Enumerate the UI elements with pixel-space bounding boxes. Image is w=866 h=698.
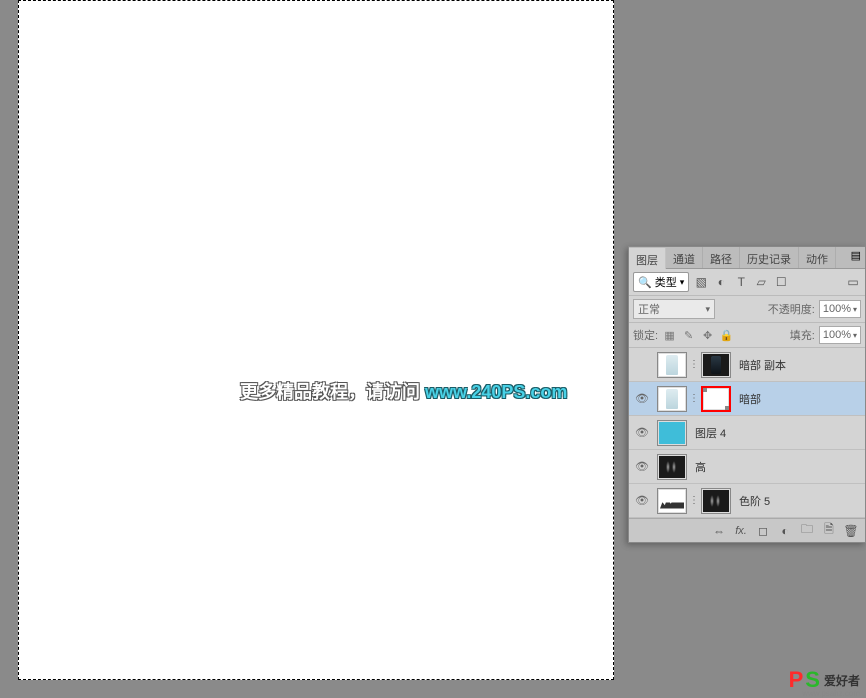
panel-menu-icon[interactable]: ▤ (847, 247, 865, 268)
tab-history[interactable]: 历史记录 (740, 247, 799, 268)
mask-thumbnail[interactable] (701, 352, 731, 378)
layer-name[interactable]: 色阶 5 (739, 493, 770, 509)
chevron-down-icon: ▾ (853, 305, 857, 314)
document-canvas[interactable] (18, 0, 614, 680)
opacity-input[interactable]: 100% ▾ (819, 300, 861, 318)
panel-bottom-bar: ⇔ fx. ◻ ◐ 🗀 🗎 🗑 (629, 518, 865, 542)
filter-smart-icon[interactable]: ☐ (773, 274, 789, 290)
lock-all-icon[interactable]: 🔒 (719, 328, 734, 343)
opacity-label: 不透明度: (768, 301, 815, 317)
tab-actions[interactable]: 动作 (799, 247, 836, 268)
visibility-toggle[interactable]: 👁 (629, 460, 655, 473)
tab-paths[interactable]: 路径 (703, 247, 740, 268)
filter-type-icon[interactable]: T (733, 274, 749, 290)
link-icon: ⋮ (689, 359, 699, 370)
blend-mode-select[interactable]: 正常 ▾ (633, 299, 715, 319)
layer-thumbnail[interactable] (657, 420, 687, 446)
layer-name[interactable]: 图层 4 (695, 425, 726, 441)
logo-text: 爱好者 (824, 672, 860, 689)
visibility-toggle[interactable]: 👁 (629, 494, 655, 507)
lock-pixels-icon[interactable]: ✎ (681, 328, 696, 343)
chevron-down-icon: ▾ (705, 304, 710, 315)
fill-value: 100% (823, 329, 851, 341)
layer-thumbnail[interactable] (657, 454, 687, 480)
link-layers-icon[interactable]: ⇔ (709, 522, 729, 540)
filter-type-label: 类型 (655, 274, 677, 290)
chevron-down-icon: ▾ (680, 277, 685, 288)
lock-label: 锁定: (633, 327, 658, 343)
layers-panel: 图层 通道 路径 历史记录 动作 ▤ 🔍 类型 ▾ ▧ ◐ T ▱ ☐ ▭ 正常… (628, 246, 866, 543)
tab-channels[interactable]: 通道 (666, 247, 703, 268)
layer-name[interactable]: 高 (695, 459, 706, 475)
canvas-area (0, 0, 628, 697)
search-icon: 🔍 (638, 276, 652, 289)
delete-layer-icon[interactable]: 🗑 (841, 522, 861, 540)
watermark: 更多精品教程，请访问 www.240PS.com (240, 378, 567, 404)
layer-thumbnail[interactable] (657, 352, 687, 378)
link-icon: ⋮ (689, 495, 699, 506)
blend-row: 正常 ▾ 不透明度: 100% ▾ (629, 296, 865, 323)
filter-adjustment-icon[interactable]: ◐ (713, 274, 729, 290)
lock-transparency-icon[interactable]: ▦ (662, 328, 677, 343)
layer-row[interactable]: 👁 高 (629, 450, 865, 484)
layers-list: ⋮ 暗部 副本 👁 ⋮ 暗部 👁 图层 4 👁 高 👁 ⋮ 色阶 5 (629, 348, 865, 518)
filter-pixel-icon[interactable]: ▧ (693, 274, 709, 290)
new-group-icon[interactable]: 🗀 (797, 522, 817, 540)
mask-thumbnail[interactable] (701, 386, 731, 412)
blend-mode-value: 正常 (638, 301, 660, 317)
layer-thumbnail[interactable] (657, 386, 687, 412)
panel-tab-bar: 图层 通道 路径 历史记录 动作 ▤ (629, 247, 865, 269)
layer-filter-row: 🔍 类型 ▾ ▧ ◐ T ▱ ☐ ▭ (629, 269, 865, 296)
filter-shape-icon[interactable]: ▱ (753, 274, 769, 290)
layer-name[interactable]: 暗部 (739, 391, 761, 407)
filter-toggle-icon[interactable]: ▭ (845, 274, 861, 290)
mask-thumbnail[interactable] (701, 488, 731, 514)
watermark-text: 更多精品教程，请访问 (240, 382, 425, 402)
new-adjustment-icon[interactable]: ◐ (775, 522, 795, 540)
layer-fx-icon[interactable]: fx. (731, 522, 751, 540)
tab-layers[interactable]: 图层 (629, 248, 666, 269)
layer-row[interactable]: 👁 图层 4 (629, 416, 865, 450)
filter-type-select[interactable]: 🔍 类型 ▾ (633, 272, 689, 292)
add-mask-icon[interactable]: ◻ (753, 522, 773, 540)
adjustment-thumbnail[interactable] (657, 488, 687, 514)
layer-row[interactable]: 👁 ⋮ 色阶 5 (629, 484, 865, 518)
opacity-value: 100% (823, 303, 851, 315)
layer-row[interactable]: ⋮ 暗部 副本 (629, 348, 865, 382)
lock-row: 锁定: ▦ ✎ ✥ 🔒 填充: 100% ▾ (629, 323, 865, 348)
layer-row[interactable]: 👁 ⋮ 暗部 (629, 382, 865, 416)
chevron-down-icon: ▾ (853, 331, 857, 340)
layer-name[interactable]: 暗部 副本 (739, 357, 786, 373)
lock-position-icon[interactable]: ✥ (700, 328, 715, 343)
fill-input[interactable]: 100% ▾ (819, 326, 861, 344)
link-icon: ⋮ (689, 393, 699, 404)
fill-label: 填充: (790, 327, 815, 343)
visibility-toggle[interactable]: 👁 (629, 426, 655, 439)
visibility-toggle[interactable]: 👁 (629, 392, 655, 405)
watermark-link: www.240PS.com (425, 382, 567, 402)
new-layer-icon[interactable]: 🗎 (819, 522, 839, 540)
